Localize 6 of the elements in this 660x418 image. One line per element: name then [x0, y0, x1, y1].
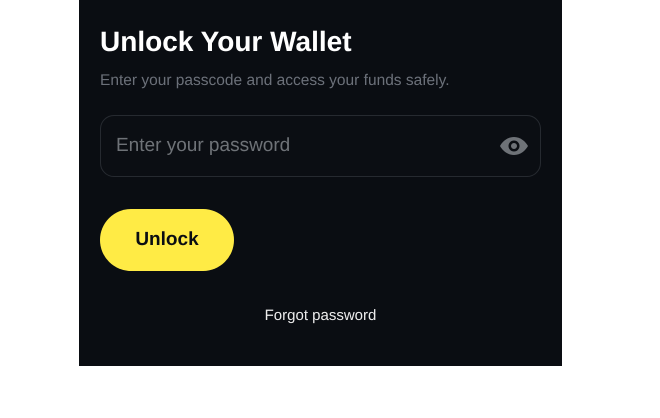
forgot-password-link[interactable]: Forgot password	[264, 307, 376, 324]
password-field[interactable]: Enter your password	[100, 115, 541, 177]
page-title: Unlock Your Wallet	[100, 25, 353, 59]
subtitle: Enter your passcode and access your funds safely.	[100, 71, 451, 91]
eye-icon[interactable]	[500, 137, 528, 155]
unlock-button[interactable]: Unlock	[100, 209, 234, 271]
